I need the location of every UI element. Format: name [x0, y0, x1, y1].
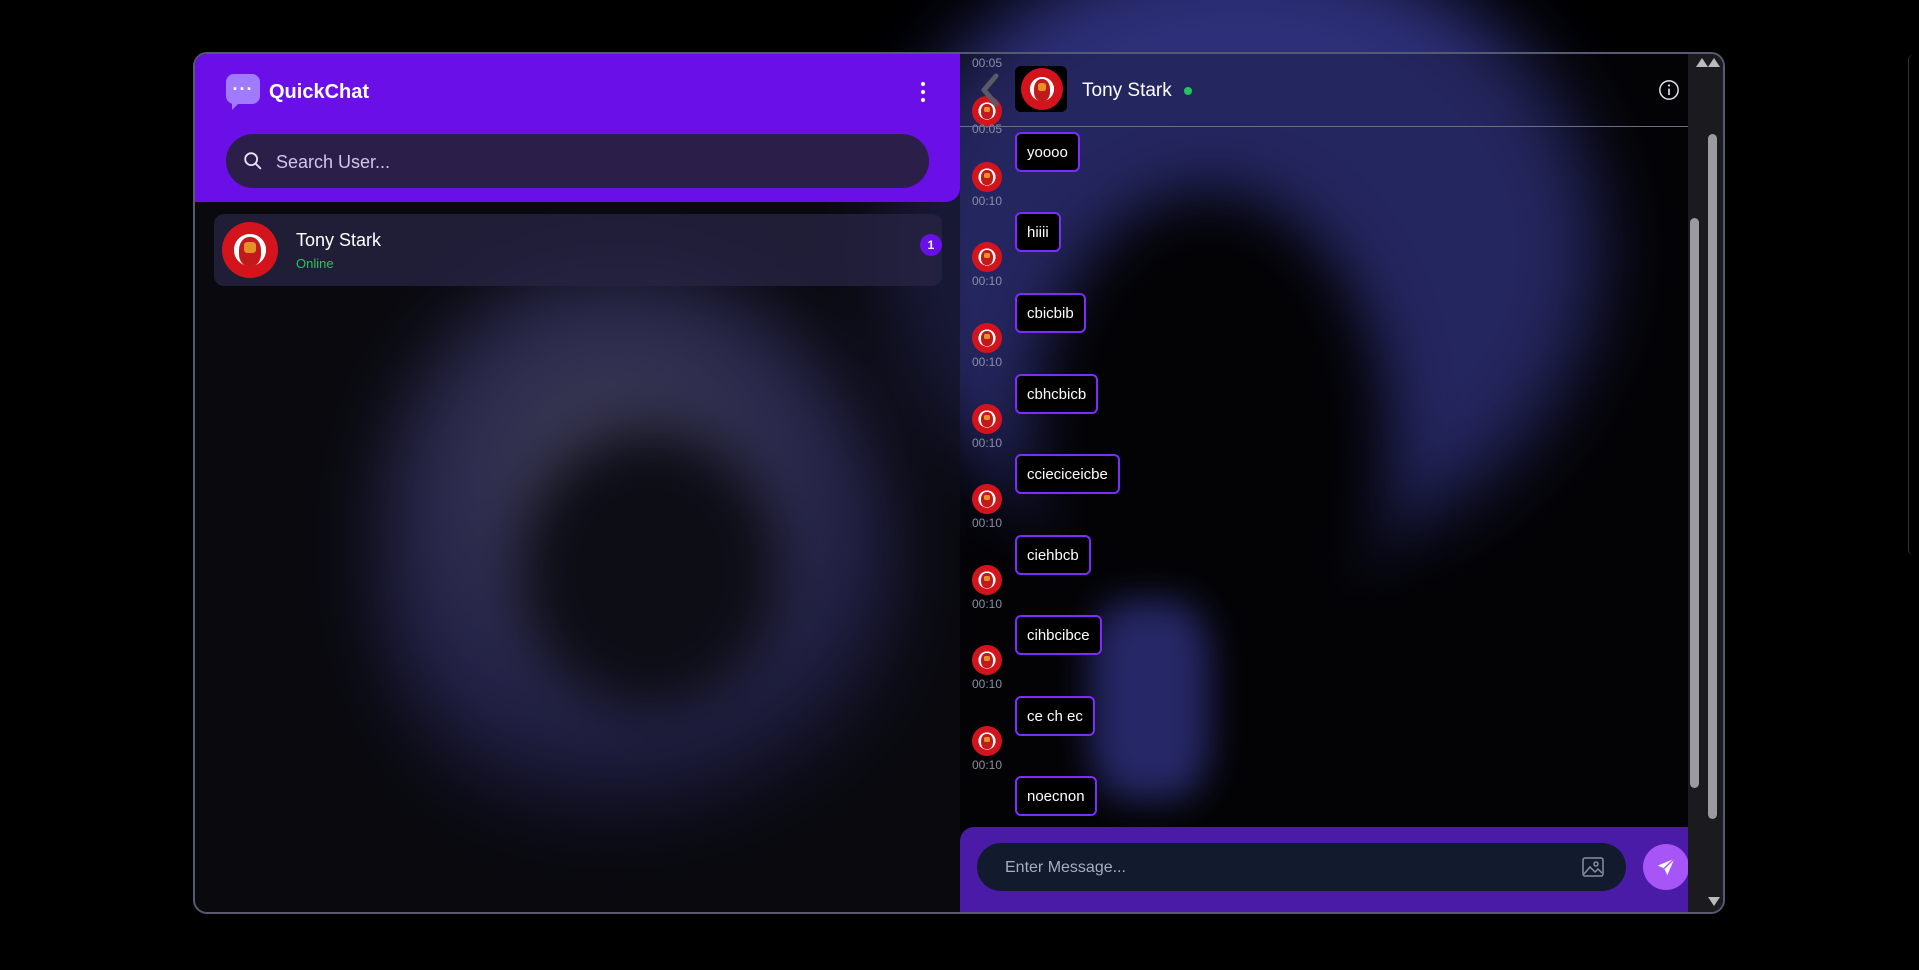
- message-bubble: ce ch ec: [1015, 696, 1095, 736]
- message-item: yoooo 00:10: [960, 132, 1688, 212]
- message-item: ciehbcb 00:10: [960, 535, 1688, 615]
- back-arrow-icon[interactable]: [978, 70, 1002, 110]
- sidebar: ··· QuickChat Tony Stark Online 1: [195, 54, 960, 912]
- avatar: [972, 404, 1002, 434]
- send-icon: [1657, 858, 1675, 876]
- message-item: cihbcibce 00:10: [960, 615, 1688, 695]
- avatar: [222, 222, 278, 278]
- message-item: cbhcbicb 00:10: [960, 374, 1688, 454]
- avatar: [972, 323, 1002, 353]
- info-icon[interactable]: [1658, 79, 1680, 101]
- message-bubble: hiiii: [1015, 212, 1061, 252]
- message-item: cbicbib 00:10: [960, 293, 1688, 373]
- message-time: 00:10: [972, 194, 1003, 208]
- search-bar: [226, 134, 929, 190]
- message-item: noecnon: [960, 776, 1688, 827]
- chat-contact-name: Tony Stark: [1082, 80, 1172, 101]
- chat-bubble-icon: ···: [226, 74, 260, 110]
- message-bubble: noecnon: [1015, 776, 1097, 816]
- message-input-wrapper: [977, 843, 1626, 893]
- contact-item[interactable]: Tony Stark Online 1: [214, 214, 942, 286]
- contact-name: Tony Stark: [296, 230, 382, 250]
- avatar: [972, 484, 1002, 514]
- message-item: ccieciceicbe 00:10: [960, 454, 1688, 534]
- message-time: 00:10: [972, 355, 1003, 369]
- search-input[interactable]: [274, 134, 918, 190]
- chat-app-window: ··· QuickChat Tony Stark Online 1 00:05: [193, 52, 1725, 914]
- kebab-menu-icon[interactable]: [913, 80, 933, 104]
- message-item: hiiii 00:10: [960, 212, 1688, 292]
- message-item: ce ch ec 00:10: [960, 696, 1688, 776]
- message-time: 00:10: [972, 436, 1003, 450]
- chat-panel: 00:05 00:05 yoooo 00:10 hiiii 00:10 cbic…: [960, 54, 1706, 912]
- message-time: 00:10: [972, 597, 1003, 611]
- message-composer: [960, 827, 1706, 912]
- avatar: [972, 162, 1002, 192]
- scrollbar-thumb[interactable]: [1708, 134, 1717, 819]
- page-scrollbar[interactable]: [1908, 55, 1919, 555]
- message-input[interactable]: [1003, 843, 1567, 893]
- message-time: 00:10: [972, 758, 1003, 772]
- message-bubble: yoooo: [1015, 132, 1080, 172]
- avatar: [972, 242, 1002, 272]
- send-button[interactable]: [1643, 844, 1689, 890]
- chat-header: Tony Stark: [960, 54, 1688, 127]
- message-bubble: cbicbib: [1015, 293, 1086, 333]
- scroll-up-arrow[interactable]: [1708, 58, 1720, 67]
- online-indicator: [1184, 87, 1192, 95]
- image-icon[interactable]: [1581, 855, 1605, 879]
- chat-scrollbar[interactable]: [1688, 54, 1723, 912]
- scroll-down-arrow[interactable]: [1708, 897, 1720, 906]
- sidebar-header: ··· QuickChat: [195, 54, 960, 202]
- message-bubble: cihbcibce: [1015, 615, 1102, 655]
- avatar: [972, 726, 1002, 756]
- message-list[interactable]: 00:05 00:05 yoooo 00:10 hiiii 00:10 cbic…: [960, 54, 1688, 827]
- message-bubble: cbhcbicb: [1015, 374, 1099, 414]
- message-bubble: ccieciceicbe: [1015, 454, 1120, 494]
- message-time: 00:10: [972, 677, 1003, 691]
- avatar: [972, 645, 1002, 675]
- search-icon: [244, 152, 262, 170]
- scroll-up-arrow[interactable]: [1696, 58, 1708, 67]
- message-time: 00:10: [972, 516, 1003, 530]
- message-time: 00:10: [972, 274, 1003, 288]
- avatar: [972, 565, 1002, 595]
- scrollbar-thumb[interactable]: [1690, 218, 1699, 788]
- app-title: QuickChat: [269, 81, 370, 103]
- header-avatar: [1015, 66, 1067, 112]
- avatar: [1021, 68, 1063, 110]
- unread-badge: 1: [920, 234, 942, 256]
- message-bubble: ciehbcb: [1015, 535, 1091, 575]
- contact-status: Online: [296, 256, 334, 271]
